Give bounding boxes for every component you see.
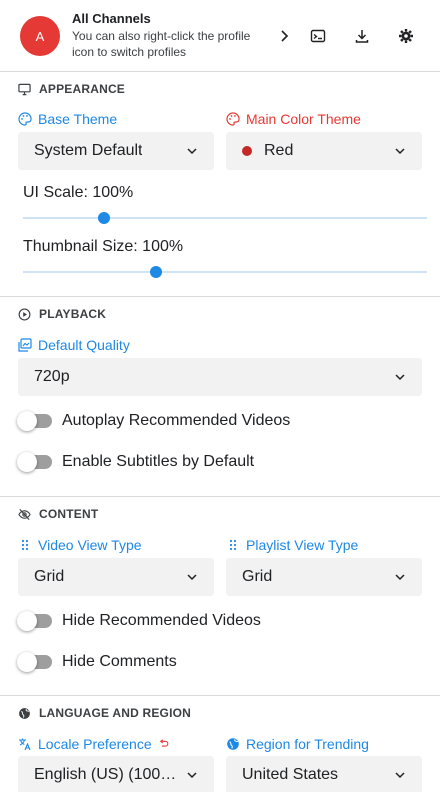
content-heading: CONTENT — [18, 507, 98, 521]
autoplay-toggle-row: Autoplay Recommended Videos — [17, 411, 290, 431]
profile-header: A All Channels You can also right-click … — [0, 0, 440, 72]
gear-icon[interactable] — [394, 24, 418, 48]
hide-recommended-toggle[interactable] — [17, 611, 52, 631]
palette-icon — [226, 112, 240, 126]
main-color-label: Main Color Theme — [226, 111, 361, 127]
reset-icon[interactable] — [158, 738, 169, 750]
region-label: Region for Trending — [226, 736, 369, 752]
default-quality-select[interactable]: 720p — [18, 358, 422, 396]
language-section: LANGUAGE AND REGION Locale Preference En… — [0, 696, 440, 792]
profile-hint: You can also right-click the profile ico… — [72, 29, 251, 59]
chevron-down-icon — [395, 574, 405, 581]
color-swatch — [242, 146, 252, 156]
ui-scale-label: UI Scale: 100% — [23, 184, 134, 201]
photo-library-icon — [18, 338, 32, 352]
play-circle-icon — [18, 308, 31, 320]
chevron-down-icon — [395, 148, 405, 155]
subtitles-toggle[interactable] — [17, 452, 52, 472]
default-quality-label: Default Quality — [18, 337, 130, 353]
chevron-down-icon — [395, 772, 405, 779]
hide-comments-toggle[interactable] — [17, 652, 52, 672]
chevron-down-icon — [395, 374, 405, 381]
base-theme-select[interactable]: System Default — [18, 132, 214, 170]
main-color-select[interactable]: Red — [226, 132, 422, 170]
chevron-down-icon — [187, 574, 197, 581]
globe-icon — [19, 707, 30, 719]
drag-grip-icon — [229, 539, 237, 551]
content-section: CONTENT Video View Type Grid Playlist Vi… — [0, 497, 440, 696]
drag-grip-icon — [21, 539, 29, 551]
slider-thumb[interactable] — [150, 266, 163, 278]
chevron-right-icon[interactable] — [272, 24, 296, 48]
profile-name: All Channels — [72, 11, 151, 26]
ui-scale-slider[interactable] — [23, 211, 427, 225]
chevron-down-icon — [187, 772, 197, 779]
language-heading: LANGUAGE AND REGION — [18, 706, 191, 720]
eye-off-icon — [18, 508, 31, 520]
download-icon[interactable] — [350, 24, 374, 48]
profile-avatar[interactable]: A — [20, 16, 60, 56]
hide-comments-toggle-row: Hide Comments — [17, 652, 177, 672]
appearance-heading: APPEARANCE — [18, 82, 125, 96]
chevron-down-icon — [187, 148, 197, 155]
autoplay-toggle[interactable] — [17, 411, 52, 431]
globe-icon — [227, 738, 239, 750]
playlist-view-label: Playlist View Type — [226, 537, 358, 553]
playback-heading: PLAYBACK — [18, 307, 106, 321]
terminal-icon[interactable] — [306, 24, 330, 48]
subtitles-toggle-row: Enable Subtitles by Default — [17, 452, 254, 472]
playback-section: PLAYBACK Default Quality 720p Autoplay R… — [0, 297, 440, 497]
hide-recommended-toggle-row: Hide Recommended Videos — [17, 611, 261, 631]
monitor-icon — [18, 83, 31, 95]
video-view-label: Video View Type — [18, 537, 142, 553]
thumbnail-size-label: Thumbnail Size: 100% — [23, 238, 184, 255]
base-theme-label: Base Theme — [18, 111, 117, 127]
translate-icon — [19, 738, 31, 751]
palette-icon — [18, 112, 32, 126]
video-view-select[interactable]: Grid — [18, 558, 214, 596]
locale-label: Locale Preference — [18, 736, 169, 752]
thumbnail-size-slider[interactable] — [23, 265, 427, 279]
appearance-section: APPEARANCE Base Theme System Default Mai… — [0, 72, 440, 297]
playlist-view-select[interactable]: Grid — [226, 558, 422, 596]
locale-select[interactable]: English (US) (100… — [18, 756, 214, 792]
slider-thumb[interactable] — [97, 212, 110, 224]
region-select[interactable]: United States — [226, 756, 422, 792]
